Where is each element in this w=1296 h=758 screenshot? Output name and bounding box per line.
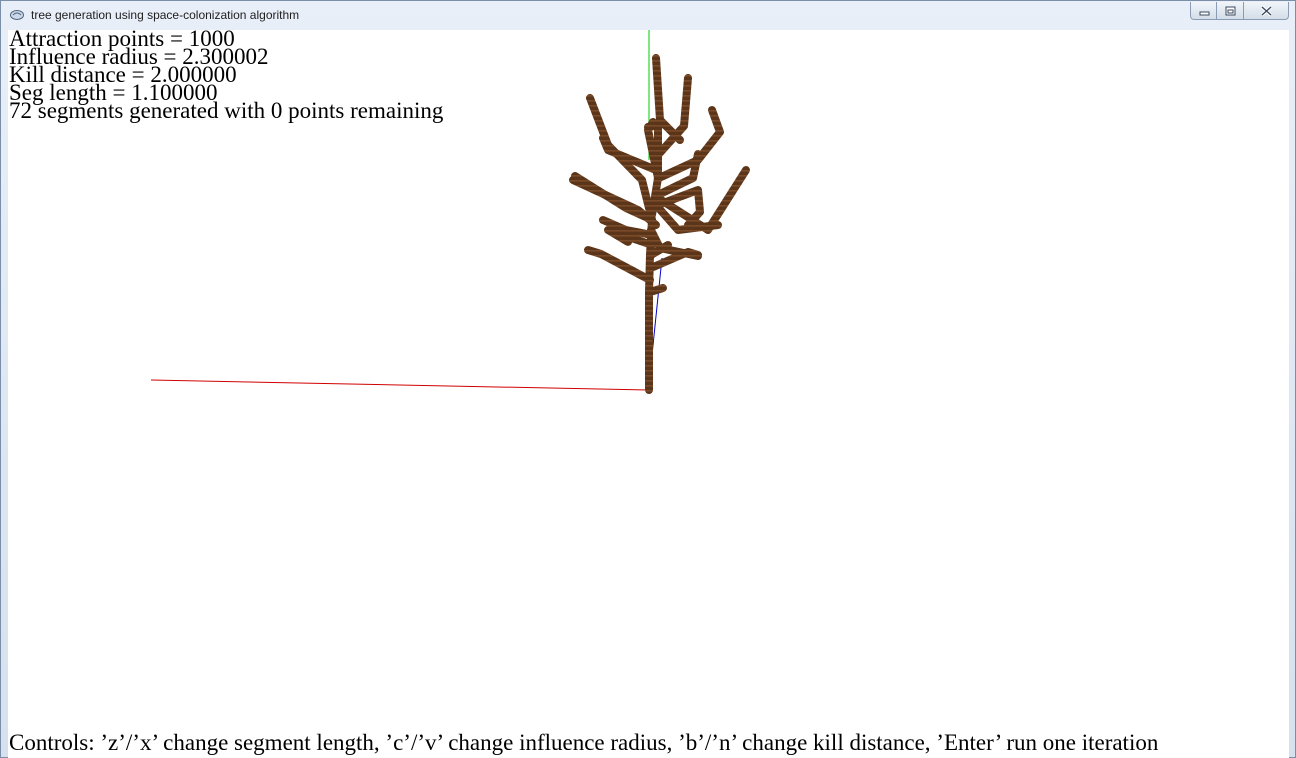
caption-buttons — [1190, 2, 1289, 21]
tree-scene — [150, 30, 750, 394]
window-title: tree generation using space-colonization… — [31, 8, 300, 22]
branch — [646, 284, 667, 296]
maximize-button[interactable] — [1217, 2, 1244, 20]
minimize-button[interactable] — [1190, 2, 1217, 20]
branch — [644, 121, 664, 131]
close-icon — [1260, 5, 1273, 17]
render-viewport[interactable]: Attraction points = 1000 Influence radiu… — [8, 30, 1289, 758]
controls-help-text: Controls: ’z’/’x’ change segment length,… — [9, 730, 1159, 755]
hud-stats: Attraction points = 1000 Influence radiu… — [9, 30, 444, 123]
restore-icon — [1225, 6, 1236, 16]
minimize-icon — [1199, 11, 1210, 16]
title-bar[interactable]: tree generation using space-colonization… — [1, 1, 1295, 30]
app-icon — [10, 10, 24, 20]
tree — [569, 54, 750, 394]
status-text: 72 segments generated with 0 points rema… — [9, 98, 444, 123]
x-axis-line — [150, 379, 650, 391]
branch — [584, 246, 654, 284]
app-window: tree generation using space-colonization… — [0, 0, 1296, 758]
close-button[interactable] — [1244, 2, 1289, 20]
